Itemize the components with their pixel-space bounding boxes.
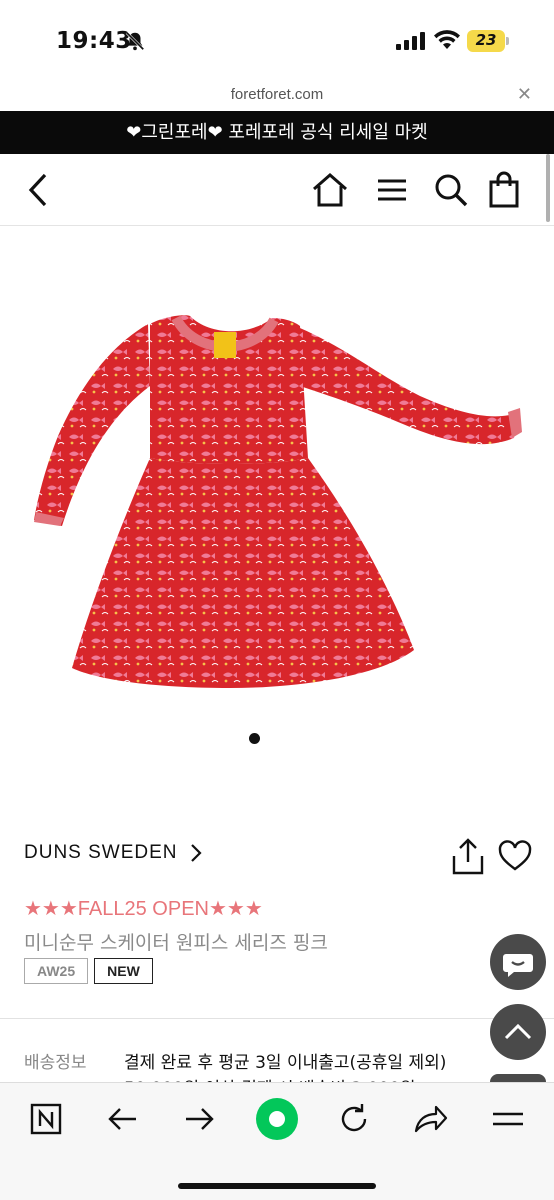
share-icon[interactable]	[450, 838, 486, 876]
menu-icon[interactable]	[372, 170, 412, 210]
scrollbar[interactable]	[546, 154, 550, 222]
new-tag: NEW	[94, 958, 153, 984]
bell-off-icon	[125, 31, 145, 51]
share-arrow-icon[interactable]	[412, 1101, 448, 1137]
naver-green-dot-icon[interactable]	[255, 1097, 299, 1141]
shipping-info: 결제 완료 후 평균 3일 이내출고(공휴일 제외)	[124, 1053, 447, 1073]
cellular-signal-icon	[396, 32, 425, 50]
forward-arrow-icon[interactable]	[182, 1101, 218, 1137]
heart-icon[interactable]	[498, 840, 532, 872]
url-text[interactable]: foretforet.com	[0, 86, 554, 103]
status-time: 19:43	[56, 28, 132, 54]
battery-level: 23	[475, 31, 497, 49]
promo-banner[interactable]: ❤그린포레❤ 포레포레 공식 리세일 마켓	[0, 111, 554, 154]
scroll-top-button[interactable]	[490, 1004, 546, 1060]
wifi-icon	[434, 30, 460, 49]
product-image[interactable]	[0, 226, 554, 786]
back-arrow-icon[interactable]	[104, 1101, 140, 1137]
dress-illustration	[34, 315, 522, 688]
home-icon[interactable]	[310, 170, 350, 210]
browser-bottom-bar	[0, 1082, 554, 1200]
chat-icon	[503, 954, 533, 977]
chevron-up-icon	[504, 1023, 532, 1040]
carousel-indicator-dot[interactable]	[249, 733, 260, 744]
tag-list: AW25 NEW	[24, 958, 159, 984]
status-bar: 19:43 23	[0, 0, 554, 80]
shipping-info-secondary: 50,000원 이상 결제 시 배송비 3,000원	[124, 1074, 416, 1082]
promo-title: ★★★FALL25 OPEN★★★	[24, 898, 263, 920]
brand-link[interactable]: DUNS SWEDEN	[24, 842, 178, 864]
search-icon[interactable]	[431, 170, 471, 210]
cart-icon[interactable]	[484, 170, 524, 210]
chevron-right-icon[interactable]	[188, 842, 204, 864]
chat-button[interactable]	[490, 934, 546, 990]
url-bar[interactable]: foretforet.com ✕	[0, 80, 554, 111]
floating-button-partial[interactable]	[490, 1074, 546, 1082]
site-header	[0, 154, 554, 226]
season-tag: AW25	[24, 958, 89, 984]
shipping-label: 배송정보	[24, 1053, 87, 1073]
naver-icon[interactable]	[28, 1101, 64, 1137]
refresh-icon[interactable]	[336, 1101, 372, 1137]
battery-icon: 23	[467, 30, 509, 52]
close-icon[interactable]: ✕	[517, 84, 532, 105]
home-indicator	[178, 1183, 376, 1189]
product-name: 미니순무 스케이터 원피스 세리즈 핑크	[24, 932, 328, 954]
brand-row: DUNS SWEDEN	[24, 838, 532, 878]
menu-lines-icon[interactable]	[490, 1101, 526, 1137]
section-divider	[0, 1018, 554, 1019]
back-icon[interactable]	[18, 170, 58, 210]
